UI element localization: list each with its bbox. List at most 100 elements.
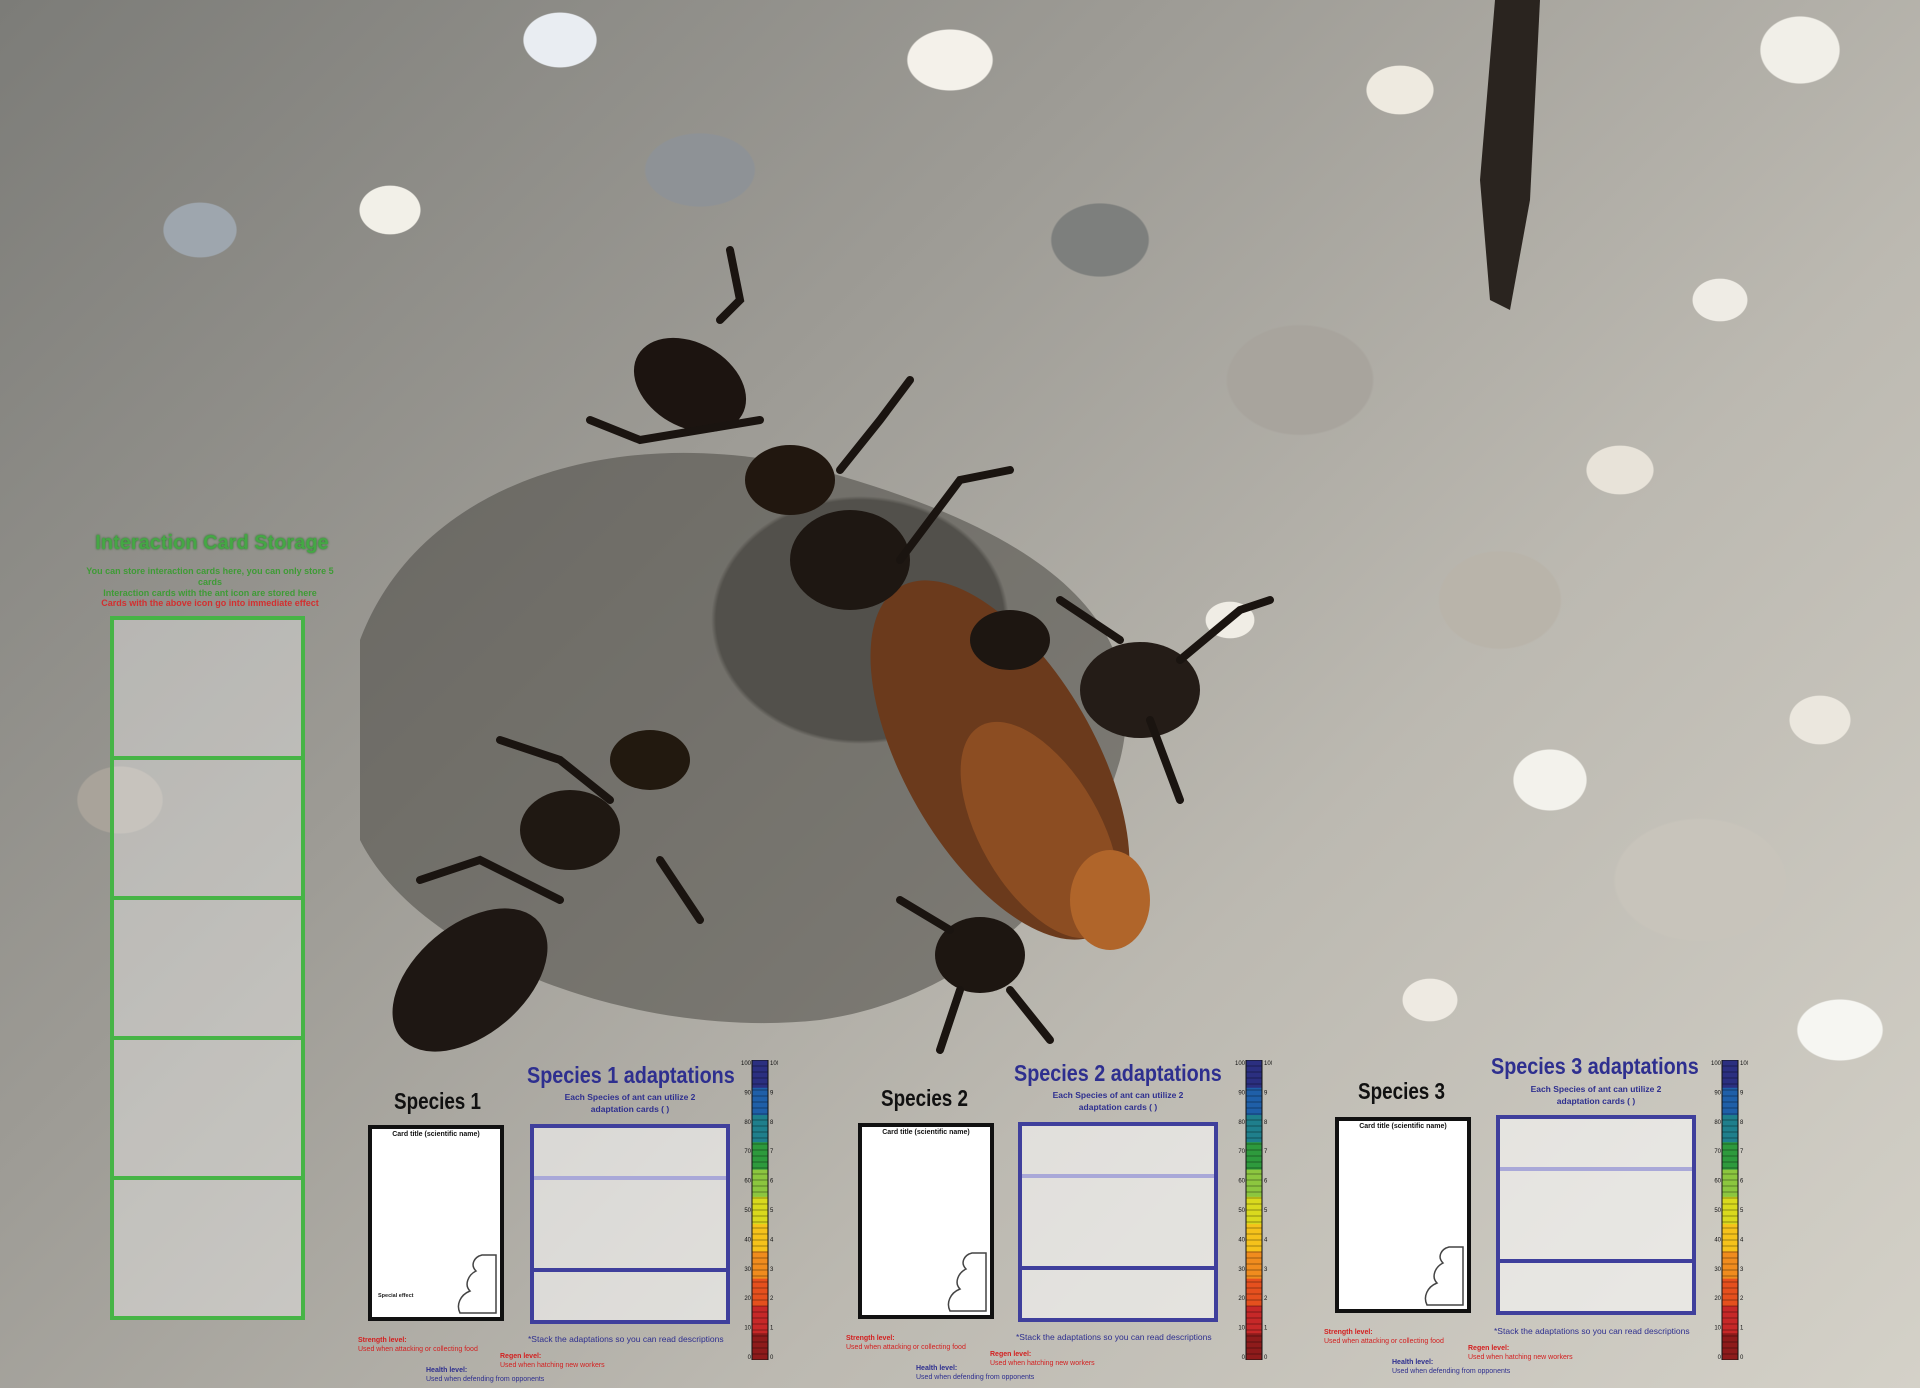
meter-left-label: 30 [744,1267,751,1273]
meter-left-label: 60 [1238,1179,1245,1185]
meter-right-label: 4 [770,1237,774,1243]
meter-left-label: 0 [1718,1355,1722,1360]
adaptation-slot-3[interactable] [1022,1270,1214,1318]
species-1-title: Species 1 [394,1088,482,1114]
meter-left-label: 30 [1238,1267,1245,1273]
meter-left-label: 70 [1238,1149,1245,1155]
meter-right-label: 9 [1740,1090,1744,1096]
storage-title: Interaction Card Storage [95,532,329,554]
meter-right-label: 6 [1740,1179,1744,1185]
meter-left-label: 20 [1238,1296,1245,1302]
meter-left-label: 50 [744,1208,751,1214]
meter-segment [1246,1087,1262,1116]
meter-right-label: 4 [1740,1237,1744,1243]
meter-segment [752,1169,768,1197]
species-2-card-slot[interactable]: Card title (scientific name) [858,1123,994,1319]
stat-meter-graphic: 10010090980870760650540430320210100 [1235,1059,1275,1361]
adaptation-slot-1[interactable] [534,1128,726,1180]
species-1-stat-meter: 10010090980870760650540430320210100 [740,1059,781,1361]
meter-right-label: 100 [1264,1061,1272,1067]
meter-left-label: 10 [1238,1326,1245,1332]
species-2-title: Species 2 [881,1085,969,1111]
meter-left-label: 10 [1714,1326,1721,1332]
adaptation-slot-2[interactable] [1500,1171,1692,1263]
meter-left-label: 10 [744,1326,751,1332]
meter-segment [752,1305,768,1334]
species-2-strength-label: Strength level: Used when attacking or co… [846,1335,966,1351]
meter-right-label: 7 [770,1149,774,1155]
meter-segment [1722,1087,1738,1116]
meter-segment [1722,1169,1738,1197]
meter-right-label: 1 [770,1326,774,1332]
meter-right-label: 0 [1740,1355,1744,1360]
adaptation-slot-3[interactable] [534,1272,726,1320]
meter-right-label: 6 [770,1179,774,1185]
meter-left-label: 70 [1714,1149,1721,1155]
meter-right-label: 2 [1740,1296,1744,1302]
storage-slot-5[interactable] [114,1180,301,1316]
ant-outline-icon [947,1252,987,1312]
species-3-stack-note: *Stack the adaptations so you can read d… [1494,1326,1690,1336]
meter-segment [1246,1305,1262,1334]
species-2-adaptations-title: Species 2 adaptations [1014,1060,1222,1086]
meter-left-label: 90 [1238,1090,1245,1096]
meter-segment [1722,1250,1738,1279]
meter-right-label: 0 [770,1355,774,1360]
meter-segment [1246,1169,1262,1197]
species-1-strength-label: Strength level: Used when attacking or co… [358,1337,478,1353]
species-3-adaptation-slots [1496,1115,1696,1315]
adaptation-slot-2[interactable] [534,1180,726,1272]
card-title: Card title (scientific name) [1359,1123,1447,1130]
meter-right-label: 9 [770,1090,774,1096]
stat-meter-graphic: 10010090980870760650540430320210100 [741,1059,781,1361]
adaptation-slot-1[interactable] [1500,1119,1692,1171]
species-1-adaptations-subtitle: Each Species of ant can utilize 2 adaptat… [564,1092,696,1114]
species-1-card-slot[interactable]: Card title (scientific name) Special eff… [368,1125,504,1321]
storage-slot-2[interactable] [114,760,301,900]
storage-note: Cards with the above icon go into immedi… [101,598,319,608]
species-3-adaptations-subtitle: Each Species of ant can utilize 2 adaptat… [1530,1084,1662,1106]
meter-left-label: 80 [744,1120,751,1126]
meter-left-label: 60 [1714,1179,1721,1185]
storage-slot-1[interactable] [114,620,301,760]
meter-segment [1722,1332,1738,1361]
species-2-stat-meter: 10010090980870760650540430320210100 [1234,1059,1275,1361]
meter-right-label: 2 [770,1296,774,1302]
species-3-strength-label: Strength level: Used when attacking or co… [1324,1329,1444,1345]
meter-segment [752,1250,768,1279]
species-2-stack-note: *Stack the adaptations so you can read d… [1016,1332,1212,1342]
adaptation-slot-2[interactable] [1022,1178,1214,1270]
meter-right-label: 7 [1740,1149,1744,1155]
adaptation-slot-1[interactable] [1022,1126,1214,1178]
card-title: Card title (scientific name) [882,1129,970,1136]
species-3-stat-meter: 10010090980870760650540430320210100 [1710,1059,1751,1361]
meter-right-label: 8 [1264,1120,1268,1126]
meter-segment [752,1087,768,1116]
meter-right-label: 0 [1264,1355,1268,1360]
meter-left-label: 20 [744,1296,751,1302]
meter-right-label: 2 [1264,1296,1268,1302]
ant-outline-icon [1424,1246,1464,1306]
card-title: Card title (scientific name) [392,1131,480,1138]
meter-left-label: 40 [1714,1237,1721,1243]
meter-right-label: 100 [770,1061,778,1067]
card-special-effect: Special effect [378,1293,414,1299]
meter-right-label: 3 [1740,1267,1744,1273]
meter-right-label: 5 [770,1208,774,1214]
species-3-title: Species 3 [1358,1078,1446,1104]
meter-segment [752,1332,768,1361]
adaptation-slot-3[interactable] [1500,1263,1692,1311]
meter-left-label: 100 [1235,1061,1246,1067]
meter-segment [1246,1250,1262,1279]
species-2-adaptations-subtitle: Each Species of ant can utilize 2 adaptat… [1052,1090,1184,1112]
stat-meter-graphic: 10010090980870760650540430320210100 [1711,1059,1751,1361]
meter-right-label: 4 [1264,1237,1268,1243]
storage-slot-3[interactable] [114,900,301,1040]
species-3-regen-label: Regen level: Used when hatching new worke… [1468,1345,1573,1361]
meter-left-label: 0 [1242,1355,1246,1360]
ant-outline-icon [457,1254,497,1314]
interaction-card-storage [110,616,305,1320]
species-1-regen-label: Regen level: Used when hatching new worke… [500,1353,605,1369]
storage-slot-4[interactable] [114,1040,301,1180]
species-3-card-slot[interactable]: Card title (scientific name) [1335,1117,1471,1313]
